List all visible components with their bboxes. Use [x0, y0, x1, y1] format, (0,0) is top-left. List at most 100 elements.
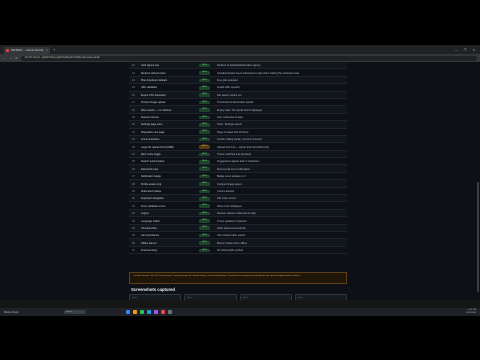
- url-field[interactable]: file:///C:/Users/.../github/Test-results…: [21, 55, 477, 61]
- app-icon[interactable]: [161, 310, 165, 314]
- status-badge: PASS: [199, 63, 210, 68]
- test-name: Settings page save: [141, 123, 163, 127]
- test-description: Cart retained after reload: [217, 234, 245, 238]
- table-row: 18 Filter results — no matches PASS Empty s…: [129, 106, 347, 114]
- status-badge: PASS: [199, 159, 210, 164]
- test-name: Large file upload limit (10MB): [141, 145, 174, 149]
- test-description: Invalid URL rejected: [217, 86, 240, 90]
- terminal-icon[interactable]: [168, 310, 172, 314]
- edge-icon[interactable]: [147, 310, 151, 314]
- address-bar: ← → ⟳ file:///C:/Users/.../github/Test-r…: [0, 54, 480, 62]
- test-name: Profile avatar crop: [141, 182, 162, 186]
- status-badge: PASS: [199, 130, 210, 134]
- table-row: 35 Cart persistence PASS Cart retained afte…: [129, 232, 347, 240]
- test-name: Offline banner: [141, 241, 157, 245]
- test-name: Account deletion: [141, 138, 160, 142]
- test-description: Thumbnail rendered after upload: [217, 101, 254, 105]
- tab-title: RENDER — GitHub Results Rep: [11, 49, 44, 52]
- windows-taskbar: Mostly cloudy Search 2:41 PM 4/12/2024: [0, 308, 480, 316]
- test-number: 20: [132, 123, 135, 127]
- test-name: Keyboard navigation: [141, 197, 164, 201]
- test-description: Session cleared, redirected to login: [217, 212, 257, 216]
- minimize-button[interactable]: —: [455, 48, 458, 52]
- test-number: 33: [132, 219, 135, 223]
- test-number: 28: [132, 182, 135, 186]
- test-description: Page 2 loaded with 20 items: [217, 130, 249, 134]
- table-row: 16 Export CSV download PASS File saved: res…: [129, 91, 347, 99]
- screenshot-card[interactable]: Step 4Registration success: [294, 294, 347, 300]
- screenshot-card[interactable]: Step 3Register form — filled: [239, 294, 292, 300]
- test-number: 14: [132, 79, 135, 83]
- status-badge: PASS: [199, 226, 210, 231]
- table-row: 21 Pagination next page PASS Page 2 loaded …: [129, 129, 347, 136]
- test-name: Session timeout: [141, 116, 159, 120]
- status-badge: PASS: [199, 152, 210, 157]
- status-badge: PASS: [199, 196, 210, 201]
- test-number: 17: [132, 101, 135, 105]
- table-row: 28 Profile avatar crop PASS Cropped image s…: [129, 180, 347, 188]
- file-explorer-icon[interactable]: [133, 310, 137, 314]
- test-name: Product image upload: [141, 101, 166, 105]
- overall-outcome-note: Overall Outcome: 36 of 37 tests passed. …: [129, 272, 347, 284]
- status-badge: PASS: [199, 78, 210, 83]
- test-name: Dark mode toggle: [141, 152, 161, 156]
- test-name: Plan dropdown defaults: [141, 79, 168, 83]
- screenshot-step: Step 4: [297, 297, 303, 299]
- test-results-table: 12 Cold signup test PASS Redirect to app/da…: [129, 62, 347, 255]
- close-window-button[interactable]: ✕: [472, 48, 475, 52]
- vscode-icon[interactable]: [154, 310, 158, 314]
- maximize-button[interactable]: ❐: [464, 48, 467, 52]
- windows-start-icon[interactable]: [126, 310, 130, 314]
- browser-tab[interactable]: RENDER — GitHub Results Rep ×: [4, 47, 50, 54]
- forward-icon[interactable]: →: [9, 56, 12, 60]
- reload-icon[interactable]: ⟳: [15, 56, 18, 60]
- scrollbar-thumb[interactable]: [477, 182, 479, 292]
- test-description: Banner shown when offline: [217, 241, 247, 245]
- screenshots-grid: Step 1Homepage — pre-loginStep 2Register…: [129, 294, 347, 300]
- close-tab-icon[interactable]: ×: [46, 49, 48, 52]
- test-name: Filter results — no matches: [141, 108, 172, 112]
- back-icon[interactable]: ←: [3, 56, 6, 60]
- status-badge: PASS: [199, 182, 210, 186]
- table-row: 24 Dark mode toggle PASS Theme switched and…: [129, 150, 347, 159]
- table-row: 22 Account deletion PASS Confirm dialog sho…: [129, 135, 347, 144]
- report-page: 12 Cold signup test PASS Redirect to app/da…: [0, 62, 480, 300]
- test-description: 3 items deleted: [217, 189, 234, 193]
- test-name: Form validation errors: [141, 204, 166, 208]
- test-description: Toast: 'Settings saved': [217, 123, 242, 127]
- system-clock[interactable]: 2:41 PM 4/12/2024: [466, 309, 476, 314]
- status-badge: PASS: [199, 137, 210, 142]
- test-description: UI text updated to Spanish: [217, 219, 247, 223]
- table-row: 25 Search autocomplete PASS Suggestions app…: [129, 158, 347, 166]
- screenshot-step: Step 2: [187, 297, 193, 299]
- taskbar-search[interactable]: Search: [64, 310, 86, 314]
- test-description: Redirect to app/dashboard after signup: [217, 64, 261, 68]
- status-badge: PASS: [199, 71, 210, 75]
- test-number: 21: [132, 130, 135, 134]
- test-number: 25: [132, 160, 135, 164]
- table-row: 19 Session timeout PASS User redirected to …: [129, 114, 347, 122]
- table-row: 29 Multi-select delete PASS 3 items deleted: [129, 188, 347, 196]
- table-row: 33 Language switch PASS UI text updated to …: [129, 217, 347, 225]
- test-description: Unauthenticated users redirected to logi…: [217, 71, 300, 75]
- new-tab-button[interactable]: +: [53, 47, 55, 52]
- status-badge: PASS: [199, 93, 210, 98]
- test-name: Final summary: [141, 249, 158, 253]
- status-badge: PASS: [199, 204, 210, 208]
- test-number: 23: [132, 145, 135, 149]
- test-description: Free plan selected: [217, 79, 238, 83]
- test-number: 26: [132, 167, 135, 171]
- screenshot-card[interactable]: Step 2Register form — empty: [184, 294, 237, 300]
- table-row: 15 URL validation PASS Invalid URL rejected: [129, 84, 347, 92]
- test-number: 29: [132, 189, 135, 193]
- status-badge: PASS: [199, 189, 210, 194]
- window-controls: — ❐ ✕: [455, 48, 480, 52]
- table-row: 20 Settings page save PASS Toast: 'Settings…: [129, 121, 347, 129]
- chrome-icon[interactable]: [140, 310, 144, 314]
- page-scrollbar[interactable]: [477, 62, 479, 300]
- test-number: 13: [132, 71, 135, 75]
- browser-favicon-icon: [6, 49, 9, 52]
- weather-widget[interactable]: Mostly cloudy: [4, 311, 64, 314]
- screenshot-card[interactable]: Step 1Homepage — pre-login: [129, 294, 182, 300]
- test-description: Confirm dialog shown, account removed: [217, 138, 262, 142]
